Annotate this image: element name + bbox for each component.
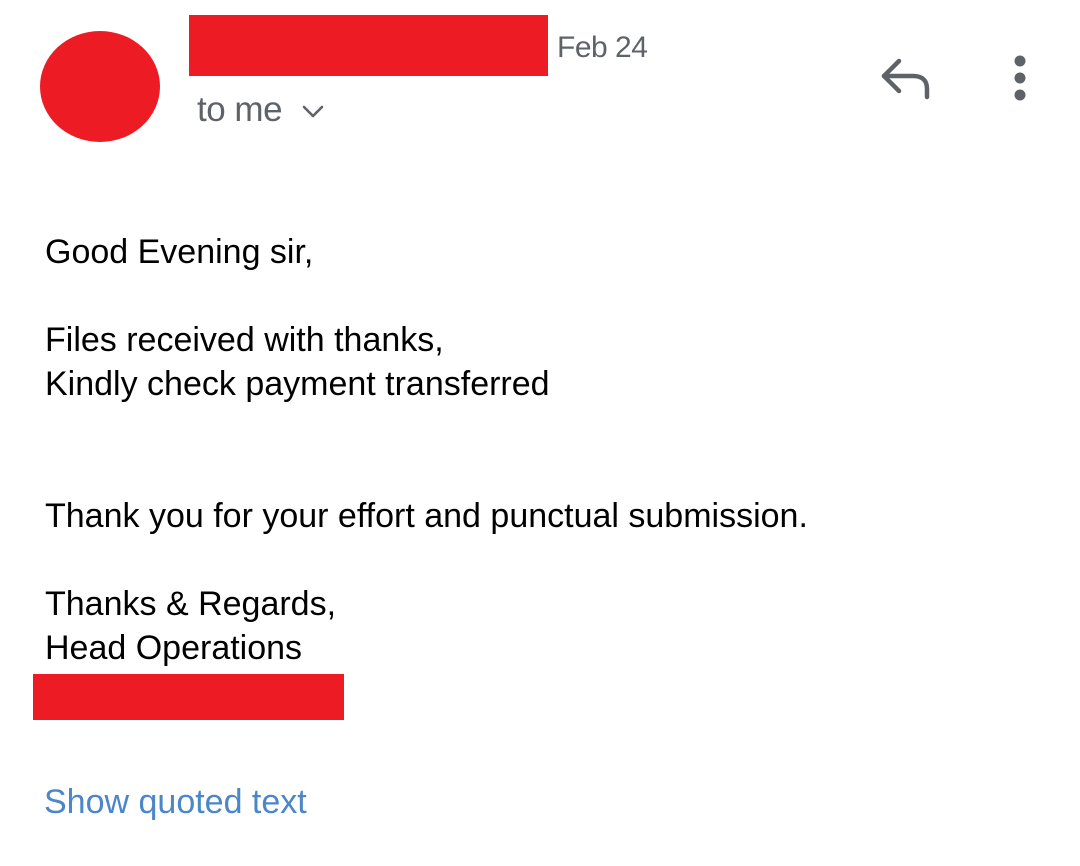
chevron-down-icon bbox=[302, 105, 324, 118]
more-options-button[interactable] bbox=[995, 48, 1045, 108]
show-quoted-text-link[interactable]: Show quoted text bbox=[44, 780, 307, 824]
sender-name-redaction bbox=[189, 15, 548, 76]
recipient-details-toggle[interactable]: to me bbox=[197, 88, 326, 132]
reply-button[interactable] bbox=[872, 50, 938, 106]
signature-name-redaction bbox=[33, 674, 344, 720]
recipient-label: to me bbox=[197, 90, 283, 129]
message-line: Kindly check payment transferred bbox=[45, 365, 550, 403]
message-closing: Thanks & Regards, bbox=[45, 585, 337, 623]
message-line: Files received with thanks, bbox=[45, 321, 444, 359]
more-vert-icon bbox=[1014, 55, 1026, 101]
signature-title: Head Operations bbox=[45, 629, 303, 667]
message-line: Thank you for your effort and punctual s… bbox=[45, 497, 808, 535]
message-greeting: Good Evening sir, bbox=[45, 233, 314, 271]
sender-avatar[interactable] bbox=[40, 31, 160, 142]
reply-icon bbox=[881, 58, 930, 100]
message-date: Feb 24 bbox=[557, 31, 648, 64]
